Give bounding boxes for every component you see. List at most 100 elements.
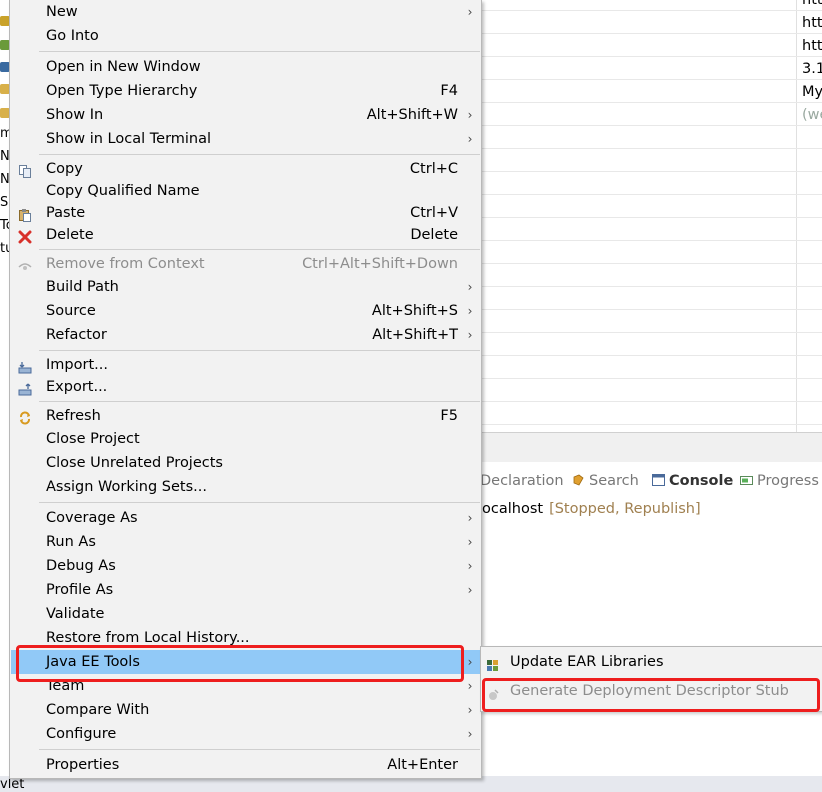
menu-item-go-into[interactable]: Go Into	[11, 24, 481, 48]
menu-item-source[interactable]: Source Alt+Shift+S ›	[11, 299, 481, 323]
table-row[interactable]: htt	[482, 0, 822, 11]
table-row	[482, 241, 822, 264]
menu-item-copy-qualified-name[interactable]: Copy Qualified Name	[11, 179, 481, 203]
menu-item-label: Build Path	[46, 279, 119, 295]
submenu-arrow-icon: ›	[467, 511, 473, 525]
menu-item-open-type-hierarchy[interactable]: Open Type Hierarchy F4	[11, 79, 481, 103]
table-row	[482, 310, 822, 333]
table-row	[482, 264, 822, 287]
copy-icon	[18, 162, 32, 178]
tab-progress[interactable]: Progress	[740, 472, 819, 490]
menu-item-refactor[interactable]: Refactor Alt+Shift+T ›	[11, 323, 481, 347]
submenu-arrow-icon: ›	[467, 559, 473, 573]
table-row	[482, 356, 822, 379]
menu-item-close-unrelated-projects[interactable]: Close Unrelated Projects	[11, 451, 481, 475]
tab-search[interactable]: Search	[572, 472, 639, 490]
table-row[interactable]: htt	[482, 34, 822, 57]
search-icon	[572, 473, 585, 486]
submenu-arrow-icon: ›	[467, 108, 473, 122]
tab-search-label: Search	[589, 473, 639, 489]
menu-item-run-as[interactable]: Run As ›	[11, 530, 481, 554]
remove-context-icon	[18, 257, 32, 271]
table-cell: My	[802, 84, 822, 100]
menu-item-label: Copy	[46, 161, 83, 177]
menu-item-export[interactable]: Export...	[11, 375, 481, 399]
menu-item-label: Show In	[46, 107, 104, 123]
view-splitter[interactable]	[482, 432, 822, 462]
menu-item-configure[interactable]: Configure ›	[11, 722, 481, 746]
submenu-arrow-icon: ›	[467, 132, 473, 146]
menu-item-label: Profile As	[46, 582, 114, 598]
console-icon	[652, 473, 665, 486]
menu-item-shortcut: Ctrl+Alt+Shift+Down	[302, 256, 458, 272]
table-row[interactable]: htt	[482, 11, 822, 34]
table-row	[482, 195, 822, 218]
submenu-arrow-icon: ›	[467, 304, 473, 318]
menu-item-build-path[interactable]: Build Path ›	[11, 275, 481, 299]
menu-item-close-project[interactable]: Close Project	[11, 427, 481, 451]
menu-item-label: Validate	[46, 606, 105, 622]
menu-item-update-ear-libraries[interactable]: Update EAR Libraries	[481, 648, 822, 676]
tab-declaration[interactable]: Declaration	[480, 472, 564, 490]
submenu-arrow-icon: ›	[467, 679, 473, 693]
submenu-arrow-icon: ›	[467, 727, 473, 741]
annotation-box-java-ee-tools	[16, 645, 464, 682]
import-icon	[18, 358, 32, 374]
paste-icon	[18, 206, 32, 222]
menu-item-assign-working-sets[interactable]: Assign Working Sets...	[11, 475, 481, 499]
menu-item-shortcut: F5	[440, 408, 458, 424]
menu-item-validate[interactable]: Validate	[11, 602, 481, 626]
server-status: [Stopped, Republish]	[549, 501, 701, 517]
table-row[interactable]: 3.1	[482, 57, 822, 80]
menu-item-label: Debug As	[46, 558, 116, 574]
menu-item-label: Assign Working Sets...	[46, 479, 208, 495]
server-entry[interactable]: ocalhost [Stopped, Republish]	[482, 498, 822, 522]
annotation-box-generate-descriptor	[482, 678, 820, 712]
menu-item-remove-from-context: Remove from Context Ctrl+Alt+Shift+Down	[11, 252, 481, 276]
menu-item-profile-as[interactable]: Profile As ›	[11, 578, 481, 602]
menu-separator	[39, 401, 480, 402]
menu-item-compare-with[interactable]: Compare With ›	[11, 698, 481, 722]
table-cell: 3.1	[802, 61, 822, 77]
table-row[interactable]: (we	[482, 103, 822, 126]
menu-item-label: Compare With	[46, 702, 150, 718]
table-row	[482, 126, 822, 149]
table-row	[482, 149, 822, 172]
menu-item-show-in[interactable]: Show In Alt+Shift+W ›	[11, 103, 481, 127]
tab-console[interactable]: Console	[652, 472, 733, 490]
menu-item-refresh[interactable]: Refresh F5	[11, 404, 481, 428]
table-cell: htt	[802, 15, 822, 31]
menu-separator	[39, 249, 480, 250]
menu-item-coverage-as[interactable]: Coverage As ›	[11, 506, 481, 530]
table-row	[482, 218, 822, 241]
menu-item-label: Properties	[46, 757, 120, 773]
menu-item-label: Configure	[46, 726, 117, 742]
submenu-arrow-icon: ›	[467, 280, 473, 294]
menu-item-import[interactable]: Import...	[11, 353, 481, 377]
table-row[interactable]: My	[482, 80, 822, 103]
menu-item-shortcut: Alt+Shift+S	[371, 303, 458, 319]
menu-item-paste[interactable]: Paste Ctrl+V	[11, 201, 481, 225]
progress-icon	[740, 473, 753, 485]
menu-item-delete[interactable]: Delete Delete	[11, 223, 481, 247]
menu-item-shortcut: F4	[440, 83, 458, 99]
menu-item-open-in-new-window[interactable]: Open in New Window	[11, 55, 481, 79]
menu-item-properties[interactable]: Properties Alt+Enter	[11, 753, 481, 777]
server-name: ocalhost	[482, 501, 544, 517]
tab-progress-label: Progress	[757, 473, 819, 489]
menu-item-shortcut: Ctrl+V	[410, 205, 458, 221]
menu-separator	[39, 350, 480, 351]
menu-item-label: Refresh	[46, 408, 101, 424]
submenu-arrow-icon: ›	[467, 535, 473, 549]
menu-item-label: Copy Qualified Name	[46, 183, 200, 199]
menu-item-label: Close Project	[46, 431, 140, 447]
menu-item-show-in-local-terminal[interactable]: Show in Local Terminal ›	[11, 127, 481, 151]
menu-item-copy[interactable]: Copy Ctrl+C	[11, 157, 481, 181]
menu-item-shortcut: Ctrl+C	[409, 161, 458, 177]
menu-item-label: Open Type Hierarchy	[46, 83, 198, 99]
bottom-view-tabs: Declaration Search Console Progress	[480, 462, 822, 498]
menu-item-label: New	[46, 4, 78, 20]
menu-separator	[39, 154, 480, 155]
menu-item-debug-as[interactable]: Debug As ›	[11, 554, 481, 578]
menu-item-new[interactable]: New ›	[11, 0, 481, 24]
